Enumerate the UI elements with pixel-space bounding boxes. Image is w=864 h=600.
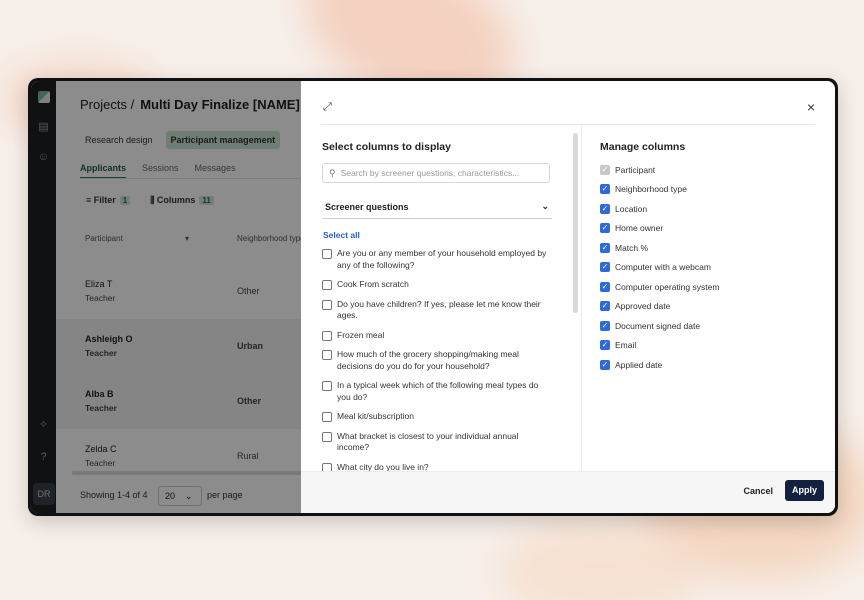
- managed-column-label: Computer with a webcam: [615, 262, 711, 272]
- managed-column-item[interactable]: ✓ Location: [600, 203, 820, 214]
- managed-column-label: Document signed date: [615, 320, 701, 331]
- checkbox[interactable]: [322, 431, 332, 442]
- managed-column-item[interactable]: ✓ Neighborhood type: [600, 184, 820, 195]
- select-all-link[interactable]: Select all: [322, 230, 552, 240]
- panel-footer: Cancel Apply: [301, 471, 835, 513]
- question-checkbox-item[interactable]: In a typical week which of the following…: [322, 380, 552, 403]
- question-checkbox-item[interactable]: Are you or any member of your household …: [322, 248, 552, 271]
- managed-column-item[interactable]: ✓ Computer with a webcam: [600, 262, 820, 273]
- managed-column-item[interactable]: ✓ Applied date: [600, 359, 820, 370]
- managed-column-item: ✓ Participant: [600, 164, 820, 175]
- checked-checkbox[interactable]: ✓: [600, 242, 610, 253]
- question-list: Are you or any member of your household …: [322, 248, 552, 471]
- checked-checkbox[interactable]: ✓: [600, 223, 610, 233]
- cancel-button[interactable]: Cancel: [743, 486, 773, 496]
- managed-column-label: Approved date: [615, 301, 671, 311]
- checked-checkbox: ✓: [600, 164, 610, 175]
- managed-column-label: Neighborhood type: [615, 184, 687, 194]
- section-title: Screener questions: [325, 201, 409, 212]
- columns-panel: ⤢ × Select columns to display ⚲ Search by…: [301, 81, 835, 513]
- checkbox[interactable]: [322, 350, 332, 360]
- managed-column-item[interactable]: ✓ Home owner: [600, 223, 820, 234]
- question-checkbox-item[interactable]: What city do you live in?: [322, 461, 552, 472]
- checkbox[interactable]: [322, 299, 332, 310]
- managed-columns-list: ✓ Participant ✓ Neighborhood type ✓ Location ✓…: [600, 164, 820, 370]
- select-columns-section: Select columns to display ⚲ Search by scr…: [322, 133, 552, 471]
- manage-columns-title: Manage columns: [600, 141, 686, 153]
- question-label: Do you have children? If yes, please let…: [337, 298, 541, 321]
- screener-questions-accordion[interactable]: Screener questions ⌄: [322, 195, 552, 219]
- modal-overlay[interactable]: [31, 81, 301, 513]
- question-checkbox-item[interactable]: How much of the grocery shopping/making …: [322, 349, 552, 372]
- managed-column-item[interactable]: ✓ Email: [600, 340, 820, 351]
- checked-checkbox[interactable]: ✓: [600, 320, 610, 331]
- managed-column-label: Location: [615, 203, 648, 214]
- managed-column-item[interactable]: ✓ Approved date: [600, 301, 820, 312]
- checkbox[interactable]: [322, 330, 332, 341]
- managed-column-item[interactable]: ✓ Computer operating system: [600, 281, 820, 292]
- question-checkbox-item[interactable]: Cook From scratch: [322, 279, 552, 291]
- question-label: What city do you live in?: [337, 461, 429, 472]
- question-label: What bracket is closest to your individu…: [337, 430, 519, 453]
- question-label: Meal kit/subscription: [337, 411, 415, 421]
- checkbox[interactable]: [322, 381, 332, 391]
- checked-checkbox[interactable]: ✓: [600, 262, 610, 272]
- checked-checkbox[interactable]: ✓: [600, 281, 610, 292]
- search-placeholder: Search by screener questions, characteri…: [340, 168, 520, 178]
- managed-column-label: Email: [615, 340, 637, 350]
- managed-column-label: Home owner: [615, 223, 664, 233]
- apply-button[interactable]: Apply: [785, 480, 824, 501]
- managed-column-item[interactable]: ✓ Match %: [600, 242, 820, 253]
- checked-checkbox[interactable]: ✓: [600, 203, 610, 214]
- question-checkbox-item[interactable]: What bracket is closest to your individu…: [322, 431, 552, 454]
- managed-column-item[interactable]: ✓ Document signed date: [600, 320, 820, 331]
- question-checkbox-item[interactable]: Do you have children? If yes, please let…: [322, 299, 552, 322]
- checkbox[interactable]: [322, 462, 332, 471]
- chevron-down-icon: ⌄: [541, 201, 549, 211]
- checked-checkbox[interactable]: ✓: [600, 340, 610, 350]
- expand-icon[interactable]: ⤢: [323, 101, 332, 114]
- search-input[interactable]: ⚲ Search by screener questions, character…: [322, 163, 550, 183]
- checkbox[interactable]: [322, 280, 332, 290]
- question-checkbox-item[interactable]: Frozen meal: [322, 330, 552, 342]
- question-label: How much of the grocery shopping/making …: [337, 349, 519, 371]
- question-label: Cook From scratch: [337, 279, 409, 289]
- managed-column-label: Computer operating system: [615, 281, 720, 292]
- search-icon: ⚲: [329, 168, 336, 178]
- question-label: Are you or any member of your household …: [337, 248, 547, 270]
- close-icon[interactable]: ×: [807, 99, 815, 115]
- managed-column-label: Match %: [615, 242, 649, 253]
- app-window: ▤ ☺ ✧ ? DR Projects / Multi Day Finalize …: [28, 78, 838, 516]
- checked-checkbox[interactable]: ✓: [600, 184, 610, 194]
- vertical-scrollbar[interactable]: [573, 133, 578, 313]
- managed-column-label: Participant: [615, 164, 656, 175]
- checked-checkbox[interactable]: ✓: [600, 359, 610, 370]
- checkbox[interactable]: [322, 412, 332, 422]
- managed-column-label: Applied date: [615, 359, 663, 370]
- question-label: In a typical week which of the following…: [337, 380, 539, 402]
- column-divider: [581, 125, 582, 471]
- question-label: Frozen meal: [337, 329, 385, 340]
- checked-checkbox[interactable]: ✓: [600, 301, 610, 311]
- checkbox[interactable]: [322, 249, 332, 259]
- manage-columns-section: Manage columns ✓ Participant ✓ Neighborhood…: [600, 133, 820, 370]
- question-checkbox-item[interactable]: Meal kit/subscription: [322, 411, 552, 423]
- select-columns-title: Select columns to display: [322, 141, 451, 153]
- panel-header-divider: [321, 124, 815, 125]
